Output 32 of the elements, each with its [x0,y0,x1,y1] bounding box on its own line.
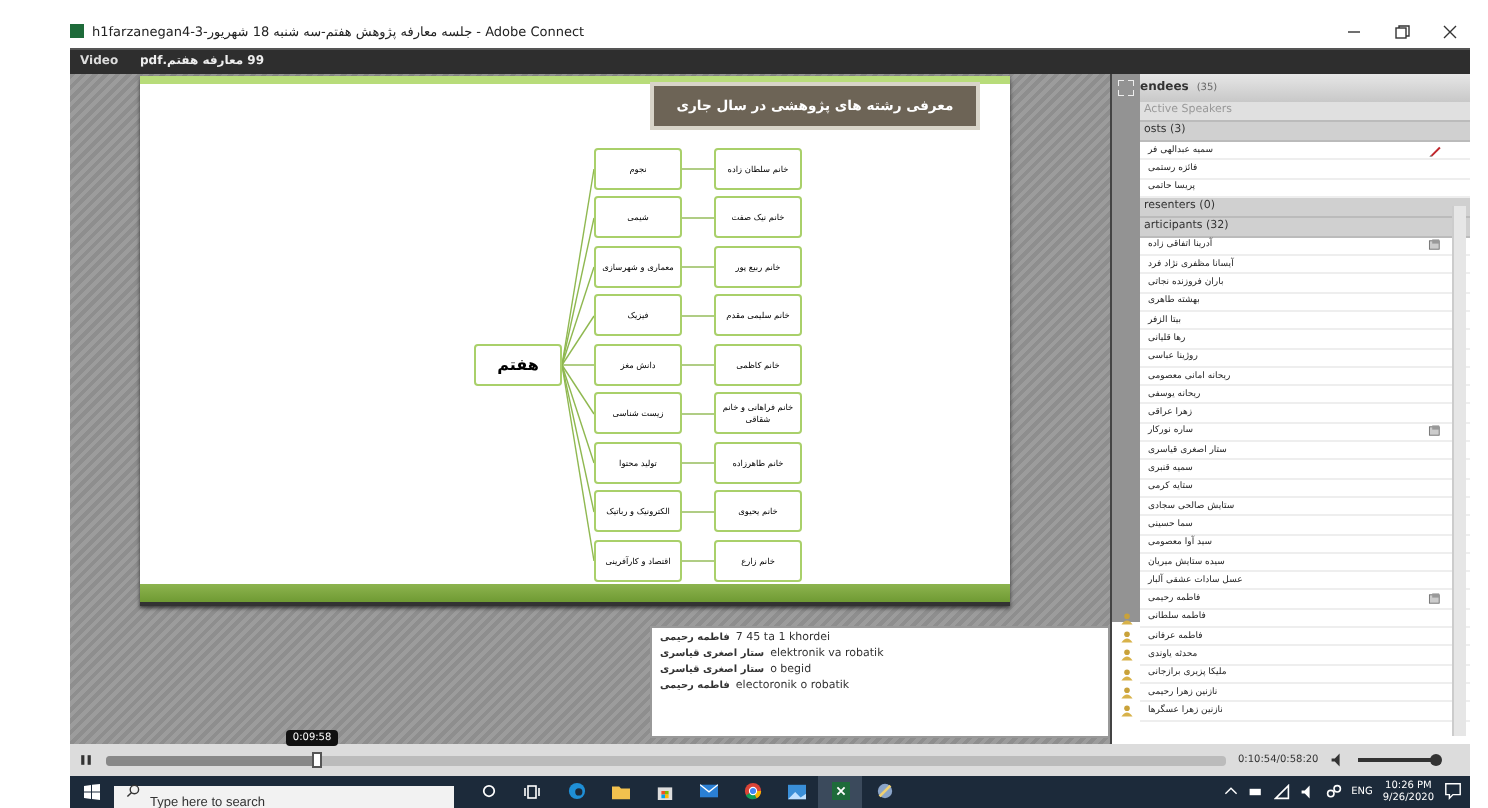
fullscreen-icon[interactable] [1118,79,1134,96]
store-bag-icon[interactable] [655,782,673,801]
search-icon [126,783,140,798]
active-taskbar-button[interactable] [818,775,862,808]
folder-icon[interactable] [611,783,629,800]
task-view-icon[interactable] [524,783,540,800]
user-icon [1119,686,1133,701]
pencil-icon [1428,143,1442,158]
chevron-up-icon[interactable] [1223,784,1238,799]
mail-icon[interactable] [699,784,717,799]
chrome-icon[interactable] [743,782,761,801]
pause-icon[interactable] [78,752,94,768]
user-icon [1119,667,1133,682]
user-icon [1119,648,1133,663]
spreadsheet-icon[interactable] [831,782,849,801]
user-icon [1119,704,1133,719]
scrollbar[interactable] [1452,205,1466,736]
notification-icon[interactable] [1444,782,1462,801]
windows-logo-icon[interactable] [84,783,100,800]
battery-icon[interactable] [1247,783,1264,800]
wifi-icon[interactable] [1273,783,1290,800]
seek-thumb[interactable] [312,751,323,767]
restore-icon[interactable] [1394,23,1410,40]
root-node: هفتم [474,343,562,386]
user-icon [1119,611,1133,626]
photos-icon[interactable] [787,783,805,800]
user-icon [1119,630,1133,645]
app-icon [70,24,84,39]
circle-icon[interactable] [481,784,495,799]
network-icon[interactable] [1325,783,1342,800]
browser-icon[interactable] [567,782,585,801]
close-icon[interactable] [1442,23,1458,40]
